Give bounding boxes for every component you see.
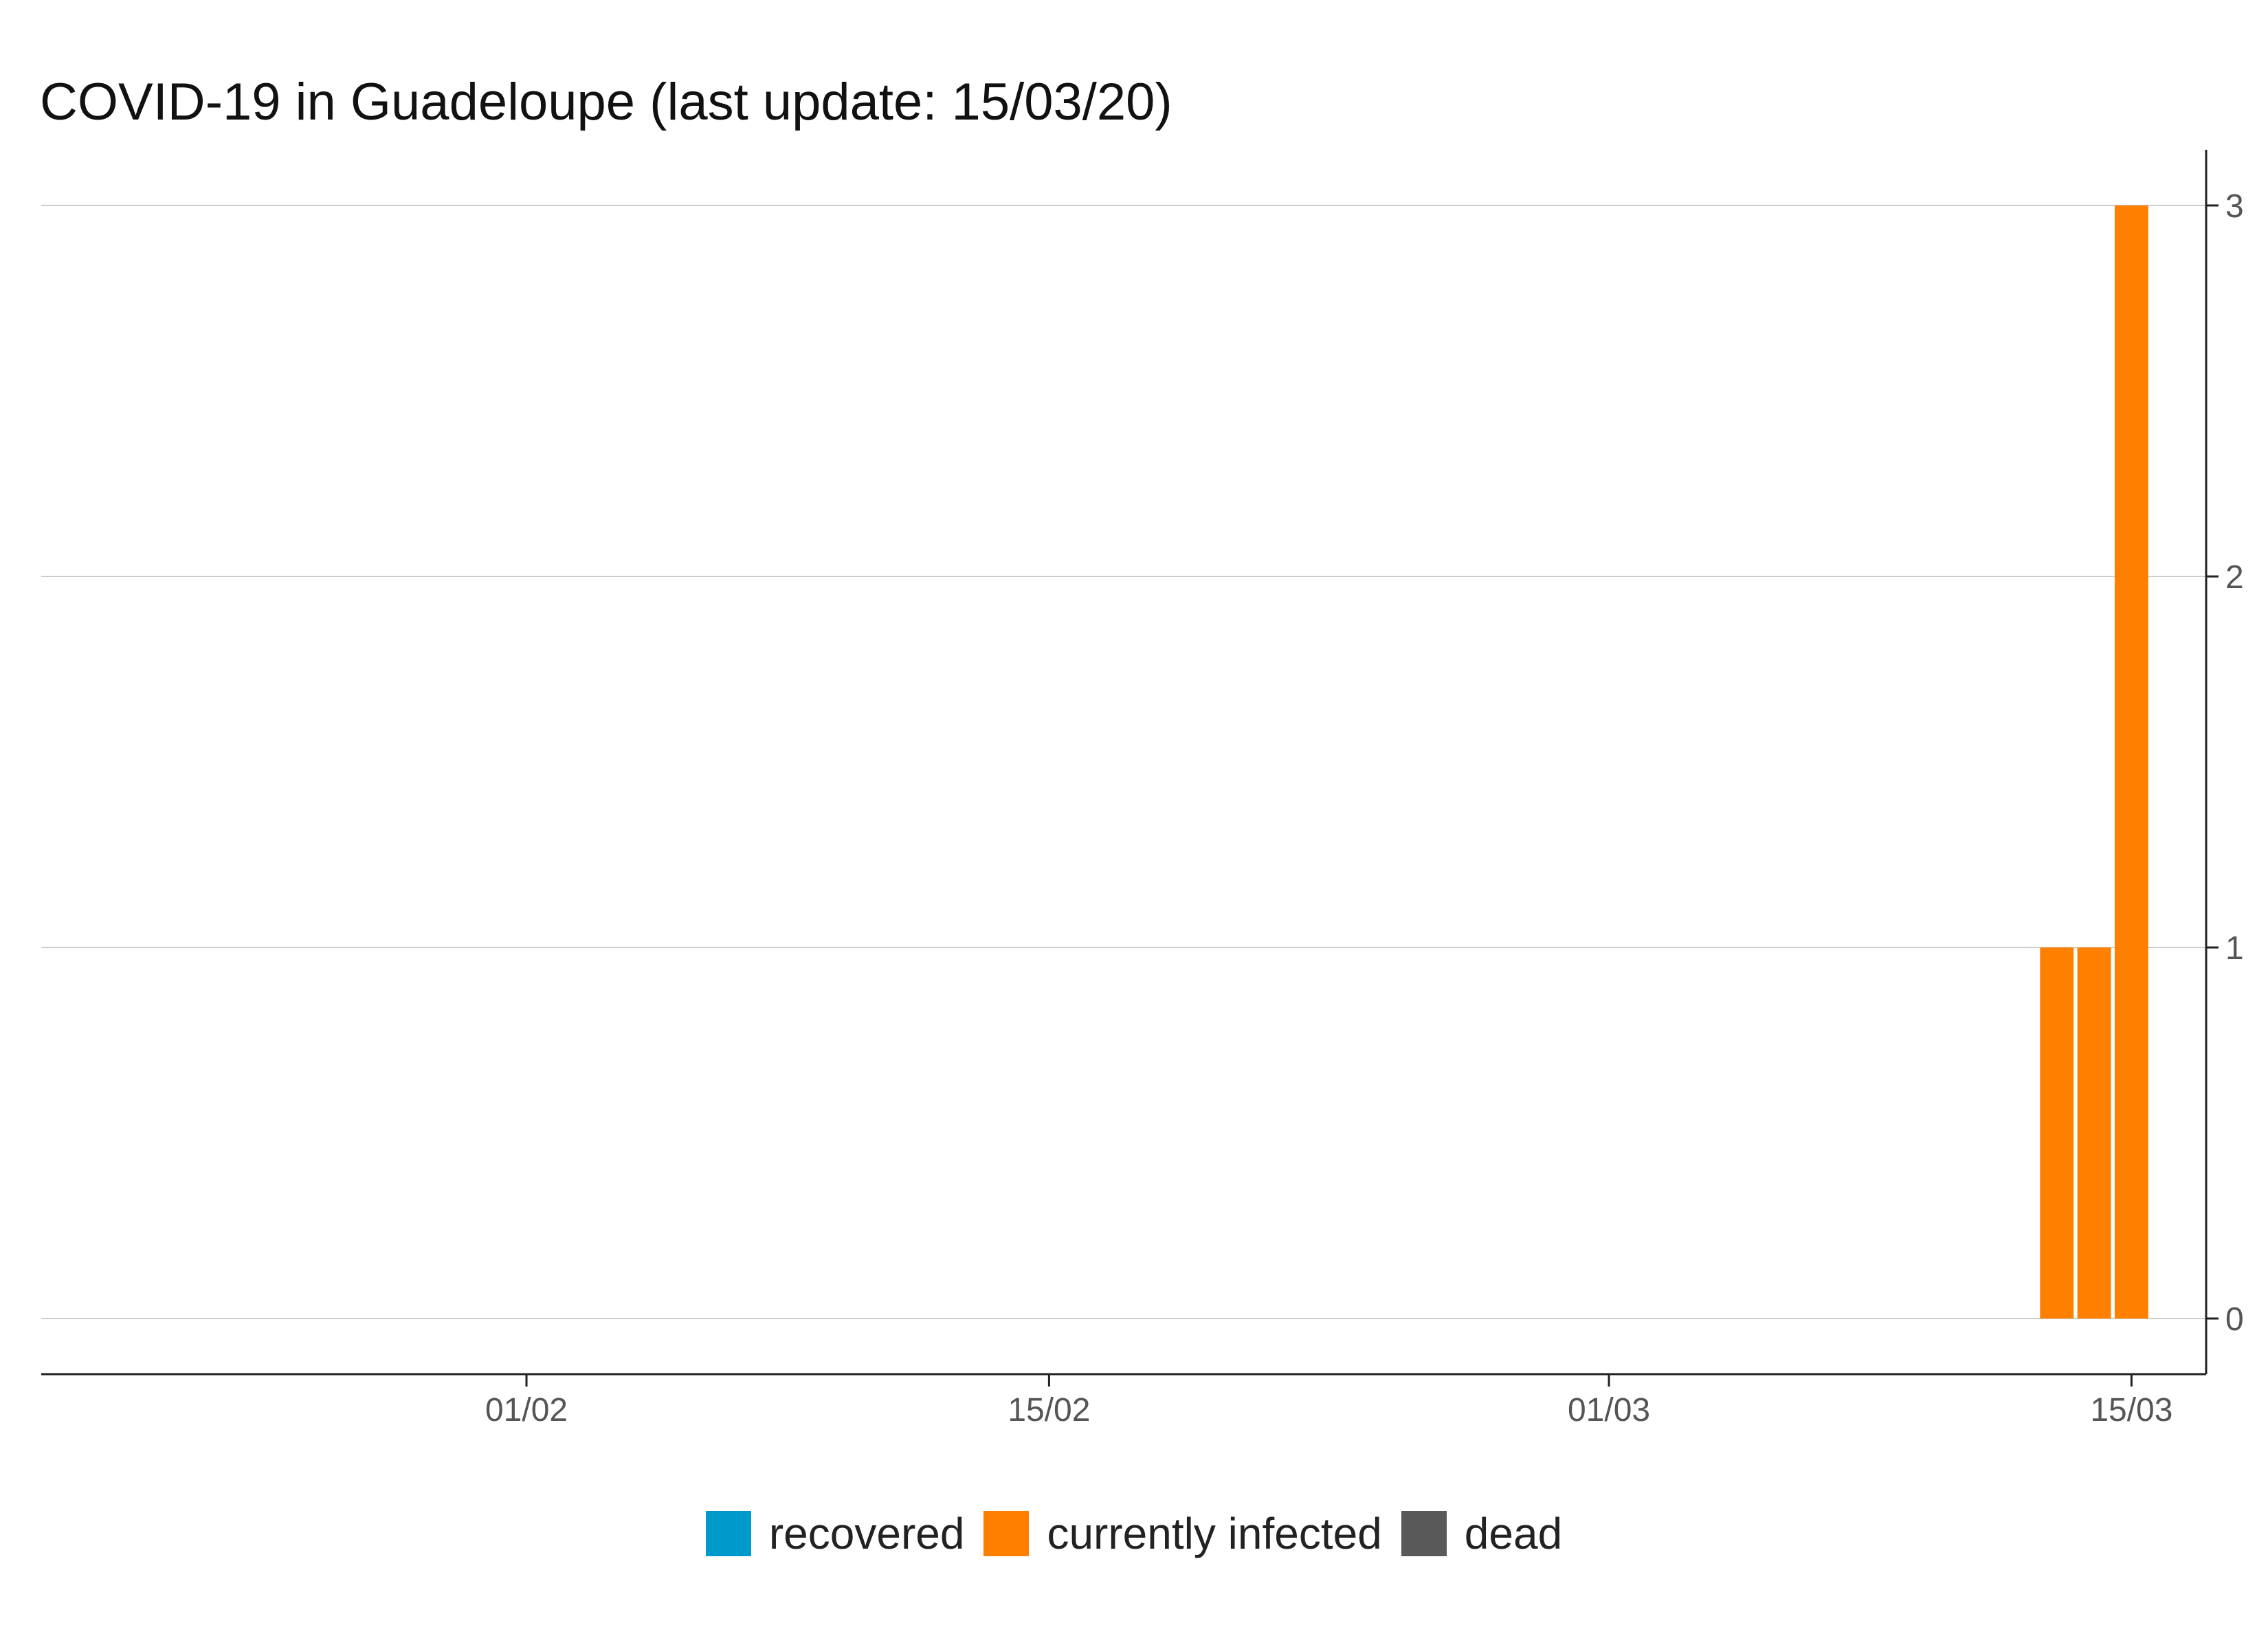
x-tick-label-01/03: 01/03 [1568,1392,1650,1428]
bars [2040,205,2148,1319]
legend-swatch-dead [1401,1511,1447,1556]
y-tick-label-1: 1 [2225,930,2244,967]
legend-label-currently-infected: currently infected [1047,1509,1382,1558]
y-tick-label-2: 2 [2225,559,2244,596]
y-tick-label-0: 0 [2225,1301,2244,1338]
legend-item-currently-infected: currently infected [983,1508,1382,1559]
legend-swatch-currently-infected [983,1511,1030,1556]
legend-swatch-recovered [705,1511,751,1556]
x-tick-label-15/03: 15/03 [2090,1392,2172,1428]
gridlines [41,205,2206,1319]
legend-item-dead: dead [1401,1508,1562,1559]
bar-currently-infected-2020-03-14 [2077,947,2111,1319]
y-tick-label-3: 3 [2225,188,2244,225]
legend-label-dead: dead [1464,1509,1563,1558]
x-tick-label-01/02: 01/02 [485,1392,568,1428]
x-tick-label-15/02: 15/02 [1008,1392,1090,1428]
legend-label-recovered: recovered [768,1509,965,1558]
legend-item-recovered: recovered [705,1508,965,1559]
axes: 0 1 2 3 01/02 15/02 01/03 15/03 [41,150,2244,1428]
bar-currently-infected-2020-03-13 [2040,947,2074,1319]
bar-currently-infected-2020-03-15 [2114,205,2148,1319]
chart-plot: 0 1 2 3 01/02 15/02 01/03 15/03 [41,150,2244,1428]
legend: recovered currently infected dead [0,1508,2268,1559]
